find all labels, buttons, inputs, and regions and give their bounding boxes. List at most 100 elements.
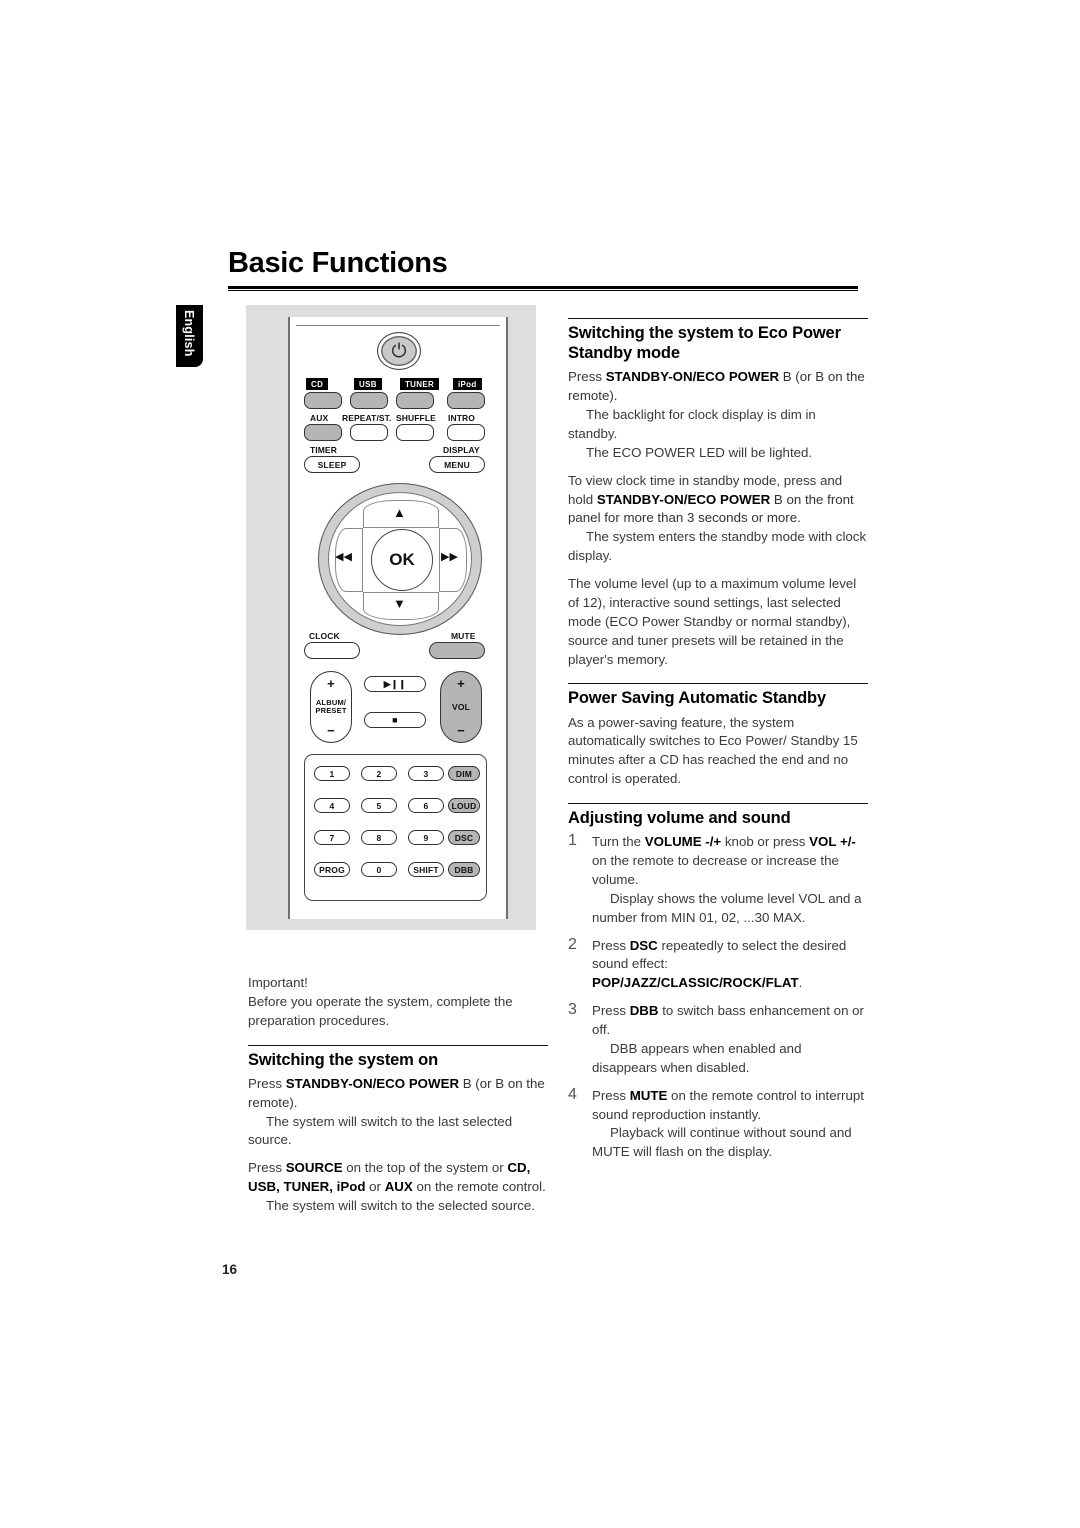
page-title: Basic Functions: [228, 247, 448, 279]
switching-on-p2-bold: SOURCE: [285, 1160, 343, 1176]
volume-plus: +: [457, 676, 465, 691]
key-1[interactable]: 1: [314, 766, 350, 781]
key-dbb[interactable]: DBB: [448, 862, 480, 877]
important-note: Important! Before you operate the system…: [248, 974, 548, 1031]
key-dsc[interactable]: DSC: [448, 830, 480, 845]
key-6[interactable]: 6: [408, 798, 444, 813]
language-tab-label: English: [182, 310, 196, 357]
step-1-bold2: VOL +/-: [809, 834, 856, 850]
switching-on-p1-sub: The system will switch to the last selec…: [248, 1113, 513, 1148]
step-3: 3 Press DBB to switch bass enhancement o…: [568, 1001, 868, 1078]
step-1-mid: knob or press: [721, 834, 810, 850]
eco-p2-sub: The system enters the standby mode with …: [568, 529, 867, 564]
step-1-bold1: VOLUME -/+: [644, 834, 722, 850]
key-9[interactable]: 9: [408, 830, 444, 845]
step-3-text: Press DBB to switch bass enhancement on …: [592, 1002, 868, 1040]
switching-on-p2-aux: AUX: [384, 1179, 413, 1195]
volume-rocker[interactable]: + VOL −: [440, 671, 482, 743]
eco-p1-sub1: The backlight for clock display is dim i…: [568, 407, 816, 441]
power-button[interactable]: ⏻: [377, 332, 421, 370]
switching-on-p2-or: or: [365, 1179, 385, 1195]
key-7[interactable]: 7: [314, 830, 350, 845]
right-column: Switching the system to Eco Power Standb…: [568, 318, 868, 1171]
key-5[interactable]: 5: [361, 798, 397, 813]
title-divider: [228, 286, 858, 292]
button-shuffle[interactable]: [396, 424, 434, 441]
label-timer: TIMER: [310, 445, 337, 455]
page-number: 16: [222, 1262, 238, 1277]
section-divider-auto-standby: [568, 683, 868, 685]
step-3-number: 3: [568, 1001, 577, 1019]
heading-auto-standby: Power Saving Automatic Standby: [568, 689, 827, 708]
step-1-sub: Display shows the volume level VOL and a…: [592, 890, 862, 925]
volume-label: VOL: [451, 702, 471, 712]
button-stop[interactable]: ■: [364, 712, 426, 728]
label-intro: INTRO: [448, 413, 475, 423]
step-1-pre: Turn the: [592, 834, 645, 850]
key-8[interactable]: 8: [361, 830, 397, 845]
volume-minus: −: [457, 723, 465, 738]
button-repeat-st[interactable]: [350, 424, 388, 441]
key-0[interactable]: 0: [361, 862, 397, 877]
button-tuner[interactable]: [396, 392, 434, 409]
label-aux: AUX: [310, 413, 329, 423]
nav-up-icon: ▲: [393, 505, 406, 520]
heading-volume-sound: Adjusting volume and sound: [568, 809, 791, 827]
section-divider-switching-on: [248, 1044, 548, 1046]
step-3-sub: DBB appears when enabled and disappears …: [592, 1040, 802, 1075]
button-mute[interactable]: [429, 642, 485, 659]
button-menu[interactable]: MENU: [429, 456, 485, 473]
label-clock: CLOCK: [309, 631, 340, 641]
remote-outline: ⏻ CD USB TUNER iPod AUX REPEAT/ST. SHUFF…: [288, 317, 508, 919]
button-clock[interactable]: [304, 642, 360, 659]
badge-ipod: iPod: [453, 378, 482, 390]
switching-on-p2-post: on the remote control.: [412, 1179, 546, 1195]
switching-on-p1-bold: STANDBY-ON/ECO POWER: [285, 1075, 460, 1091]
eco-p2: To view clock time in standby mode, pres…: [568, 472, 868, 529]
remote-body: ⏻ CD USB TUNER iPod AUX REPEAT/ST. SHUFF…: [296, 325, 500, 911]
button-aux[interactable]: [304, 424, 342, 441]
key-prog[interactable]: PROG: [314, 862, 350, 877]
language-tab: English: [176, 305, 203, 367]
ok-button[interactable]: OK: [371, 529, 433, 591]
eco-p1: Press STANDBY-ON/ECO POWER B (or B on th…: [568, 368, 868, 406]
button-cd[interactable]: [304, 392, 342, 409]
navigation-wheel[interactable]: ▲ ▼ ◀◀ ▶▶ OK: [318, 483, 482, 635]
key-dim[interactable]: DIM: [448, 766, 480, 781]
step-1-number: 1: [568, 832, 577, 850]
section-divider-eco: [568, 318, 868, 319]
label-shuffle: SHUFFLE: [396, 413, 436, 423]
key-loud[interactable]: LOUD: [448, 798, 480, 813]
key-3[interactable]: 3: [408, 766, 444, 781]
button-play-pause[interactable]: ▶❙❙: [364, 676, 426, 692]
important-text: Before you operate the system, complete …: [248, 993, 513, 1028]
label-repeat-st: REPEAT/ST.: [342, 413, 392, 423]
album-preset-minus: −: [327, 723, 335, 738]
eco-p1-pre: Press: [568, 369, 606, 385]
key-shift[interactable]: SHIFT: [408, 862, 444, 877]
button-ipod[interactable]: [447, 392, 485, 409]
title-block: Basic Functions: [228, 247, 858, 292]
key-2[interactable]: 2: [361, 766, 397, 781]
eco-p3: The volume level (up to a maximum volume…: [568, 576, 857, 667]
key-4[interactable]: 4: [314, 798, 350, 813]
badge-usb: USB: [354, 378, 382, 390]
step-4-sub: Playback will continue without sound and…: [592, 1125, 852, 1160]
nav-down-icon: ▼: [393, 596, 406, 611]
album-preset-rocker[interactable]: + ALBUM/ PRESET −: [310, 671, 352, 743]
eco-p1-bold: STANDBY-ON/ECO POWER: [605, 369, 780, 385]
button-intro[interactable]: [447, 424, 485, 441]
button-sleep[interactable]: SLEEP: [304, 456, 360, 473]
button-usb[interactable]: [350, 392, 388, 409]
step-2-post: .: [798, 975, 803, 991]
switching-on-p1-pre: Press: [248, 1075, 286, 1091]
step-4-text: Press MUTE on the remote control to inte…: [592, 1087, 868, 1125]
step-1: 1 Turn the VOLUME -/+ knob or press VOL …: [568, 832, 868, 927]
switching-on-p2-sub: The system will switch to the selected s…: [266, 1198, 535, 1213]
step-4: 4 Press MUTE on the remote control to in…: [568, 1086, 868, 1163]
switching-on-p2: Press SOURCE on the top of the system or…: [248, 1159, 548, 1197]
eco-p2-bold: STANDBY-ON/ECO POWER: [596, 491, 771, 507]
step-3-pre: Press: [592, 1003, 630, 1019]
switching-on-p2-mid: on the top of the system or: [342, 1160, 508, 1176]
step-2-text: Press DSC repeatedly to select the desir…: [592, 937, 868, 994]
